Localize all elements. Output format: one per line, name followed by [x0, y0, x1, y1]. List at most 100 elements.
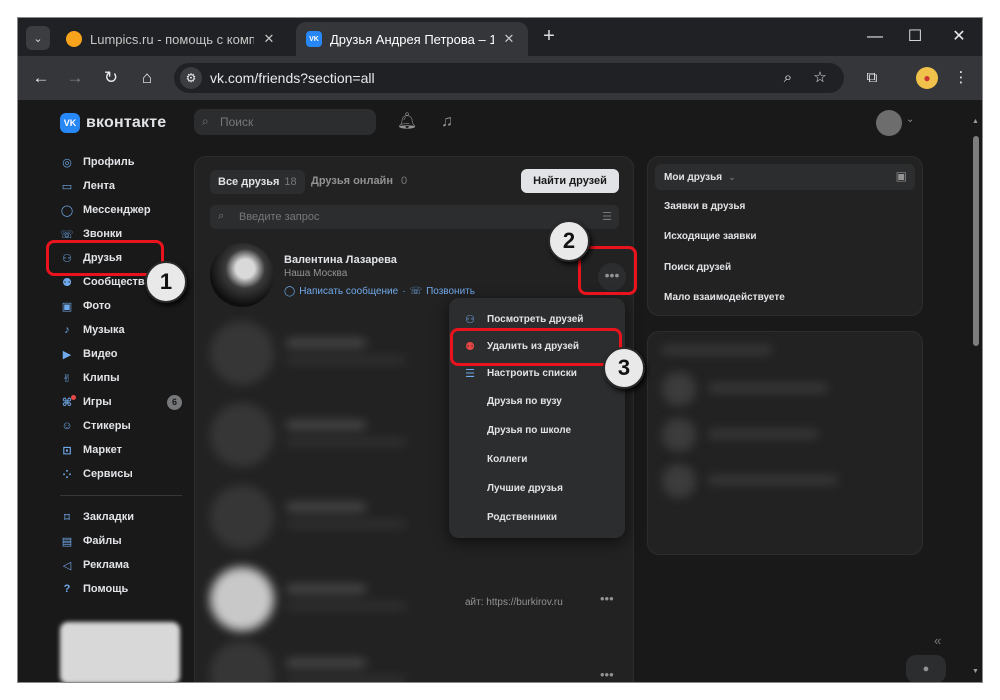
music-note-icon[interactable]: ♫ — [436, 111, 458, 133]
sidebar-item-messenger[interactable]: ◯ Мессенджер — [60, 198, 200, 222]
menu-kebab-icon[interactable]: ⋮ — [950, 67, 972, 89]
sidebar-item-files[interactable]: ▤ Файлы — [60, 529, 200, 553]
link-low-interaction[interactable]: Мало взаимодействуете — [664, 292, 785, 303]
scroll-up-icon[interactable]: ▲ — [972, 118, 979, 125]
scrollbar[interactable]: ▲ ▼ — [972, 118, 980, 678]
maximize-button[interactable]: ☐ — [904, 26, 926, 48]
menu-item-label: Настроить списки — [487, 368, 577, 379]
menu-item-label: Друзья по школе — [487, 425, 572, 436]
sidebar-item-help[interactable]: ? Помощь — [60, 577, 200, 601]
menu-list-school[interactable]: Друзья по школе — [449, 416, 625, 445]
scroll-thumb[interactable] — [973, 136, 979, 346]
menu-item-label: Лучшие друзья — [487, 483, 563, 494]
files-icon: ▤ — [61, 535, 73, 548]
back-icon[interactable]: ← — [30, 67, 52, 89]
tab-friends-online[interactable]: Друзья онлайн 0 — [311, 175, 407, 187]
sidebar-item-feed[interactable]: ▭ Лента — [60, 174, 200, 198]
friend-name[interactable]: Валентина Лазарева — [284, 254, 397, 266]
vk-search-input[interactable]: ⌕ Поиск — [194, 109, 376, 135]
friend-actions: ◯ Написать сообщение · ☏ Позвонить — [284, 286, 475, 297]
sidebar-item-label: Маркет — [83, 444, 122, 456]
sidebar-item-music[interactable]: ♪ Музыка — [60, 318, 200, 342]
lumpics-favicon-icon — [66, 31, 82, 47]
browser-toolbar: ← → ↻ ⌂ ⚙ vk.com/friends?section=all ⌕ ☆… — [18, 56, 982, 100]
more-actions-button[interactable]: ••• — [600, 667, 614, 682]
vk-logo-text: вконтакте — [86, 114, 167, 131]
home-icon[interactable]: ⌂ — [136, 67, 158, 89]
friend-avatar[interactable] — [210, 243, 274, 307]
highlight-more-button — [578, 246, 637, 295]
separator: · — [402, 286, 406, 297]
more-actions-button[interactable]: ••• — [600, 591, 614, 606]
address-bar[interactable]: ⚙ vk.com/friends?section=all ⌕ ☆ — [174, 63, 844, 93]
write-message-link[interactable]: Написать сообщение — [299, 286, 398, 297]
bell-icon[interactable]: 🔔︎ — [396, 111, 418, 133]
communities-icon: ⚉ — [62, 276, 72, 289]
clips-icon: ✌ — [62, 372, 72, 385]
sidebar-item-video[interactable]: ▶ Видео — [60, 342, 200, 366]
tab-label: Все друзья — [218, 176, 280, 188]
market-icon: ⊡ — [62, 444, 72, 457]
feed-icon: ▭ — [61, 180, 73, 193]
chat-button[interactable]: ● — [906, 655, 946, 682]
tab-vk-friends[interactable]: VK Друзья Андрея Петрова – 18 д ✕ — [296, 22, 528, 56]
sidebar-item-label: Видео — [83, 348, 118, 360]
extensions-icon[interactable]: ⧉ — [861, 67, 883, 89]
vk-logo-icon: VK — [60, 113, 80, 133]
collapse-icon[interactable]: « — [934, 633, 941, 648]
services-icon: ⁘ — [62, 468, 72, 481]
forward-icon[interactable]: → — [64, 67, 86, 89]
filter-icon[interactable]: ☰ — [602, 210, 612, 223]
link-find-friends[interactable]: Поиск друзей — [664, 262, 731, 273]
sidebar-item-games[interactable]: ⌘ Игры 6 — [60, 390, 200, 414]
vk-logo[interactable]: VK вконтакте — [60, 113, 166, 133]
minimize-button[interactable]: — — [864, 26, 886, 48]
sidebar-item-label: Звонки — [83, 228, 123, 240]
menu-list-relatives[interactable]: Родственники — [449, 503, 625, 532]
call-link[interactable]: Позвонить — [426, 286, 475, 297]
url-text[interactable]: vk.com/friends?section=all — [210, 70, 375, 86]
link-outgoing-requests[interactable]: Исходящие заявки — [664, 231, 757, 242]
ads-icon: ◁ — [62, 559, 72, 572]
new-tab-button[interactable]: + — [538, 26, 560, 48]
bookmark-star-icon[interactable]: ☆ — [810, 68, 830, 88]
chevron-down-icon: ⌄ — [728, 171, 736, 182]
menu-list-best-friends[interactable]: Лучшие друзья — [449, 474, 625, 503]
sidebar-item-stickers[interactable]: ☺ Стикеры — [60, 414, 200, 438]
sidebar-item-label: Фото — [83, 300, 111, 312]
find-friends-button[interactable]: Найти друзей — [521, 169, 619, 193]
calendar-icon[interactable]: ▣ — [896, 169, 907, 183]
zoom-icon[interactable]: ⌕ — [778, 68, 798, 88]
profile-avatar-icon[interactable]: ● — [916, 67, 938, 89]
tab-search-button[interactable]: ⌄ — [26, 26, 50, 50]
my-friends-header[interactable]: Мои друзья ⌄ ▣ — [655, 164, 915, 190]
bookmarks-icon: ⌑ — [64, 511, 70, 524]
header-label: Мои друзья — [664, 171, 723, 183]
music-icon: ♪ — [64, 324, 70, 336]
sidebar-item-label: Профиль — [83, 156, 135, 168]
sidebar-item-bookmarks[interactable]: ⌑ Закладки — [60, 505, 200, 529]
tab-all-friends[interactable]: Все друзья 18 — [210, 170, 305, 194]
menu-list-university[interactable]: Друзья по вузу — [449, 387, 625, 416]
sidebar-item-ads[interactable]: ◁ Реклама — [60, 553, 200, 577]
sidebar-item-clips[interactable]: ✌ Клипы — [60, 366, 200, 390]
count-badge: 6 — [167, 395, 182, 410]
close-icon[interactable]: ✕ — [260, 31, 278, 47]
link-friend-requests[interactable]: Заявки в друзья — [664, 201, 745, 212]
menu-list-colleagues[interactable]: Коллеги — [449, 445, 625, 474]
reload-icon[interactable]: ↻ — [100, 67, 122, 89]
avatar[interactable] — [876, 110, 902, 136]
chevron-down-icon[interactable]: ⌄ — [906, 114, 914, 125]
site-info-icon[interactable]: ⚙ — [180, 67, 202, 89]
sidebar-item-services[interactable]: ⁘ Сервисы — [60, 462, 200, 486]
sidebar-item-label: Музыка — [83, 324, 125, 336]
scroll-down-icon[interactable]: ▼ — [972, 668, 979, 675]
menu-item-label: Друзья по вузу — [487, 396, 562, 407]
sidebar-item-market[interactable]: ⊡ Маркет — [60, 438, 200, 462]
window-close-button[interactable]: ✕ — [948, 26, 970, 48]
sidebar-item-profile[interactable]: ◎ Профиль — [60, 150, 200, 174]
sidebar-item-label: Сообщества — [83, 276, 151, 288]
highlight-friends — [46, 240, 164, 276]
tab-lumpics[interactable]: Lumpics.ru - помощь с компь ✕ — [56, 22, 288, 56]
close-icon[interactable]: ✕ — [500, 31, 518, 47]
